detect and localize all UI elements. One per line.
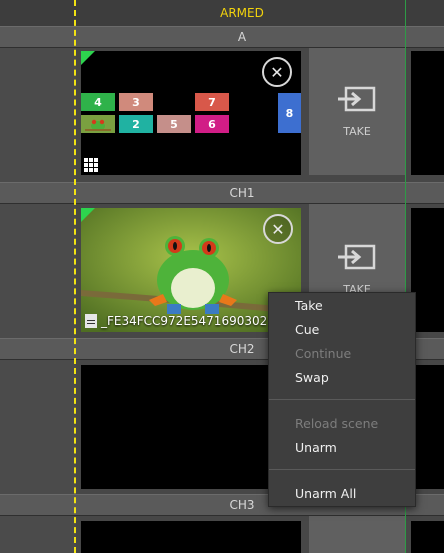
menu-item-cue[interactable]: Cue [295,322,319,337]
close-icon[interactable]: ✕ [263,214,293,244]
empty-preview-ch3[interactable] [81,521,301,553]
channel-header-ch1: CH1 [0,182,444,204]
media-filename: _FE34FCC972E5471690302 [81,312,267,330]
media-filename-text: _FE34FCC972E5471690302 [101,314,268,328]
menu-item-unarm-all[interactable]: Unarm All [295,486,356,501]
menu-item-unarm[interactable]: Unarm [295,440,337,455]
cue-position-line [74,0,76,553]
row-ch1-left [0,204,76,338]
frog-thumbnail-tile[interactable] [81,115,115,133]
grid-icon [84,157,98,175]
scene-tile[interactable]: 4 [81,93,115,111]
row-a-left [0,48,76,182]
scene-preview-a[interactable]: 4 3 7 8 2 5 6 ✕ [81,51,301,175]
armed-label: ARMED [220,6,264,20]
file-icon [85,314,97,328]
active-corner-indicator [81,208,95,222]
menu-separator [269,469,415,470]
scene-tile[interactable]: 8 [278,93,301,133]
row-ch3-left [0,516,76,553]
close-icon[interactable]: ✕ [262,57,292,87]
scene-tile[interactable]: 7 [195,93,229,111]
row-ch2-left [0,360,76,494]
menu-item-take[interactable]: Take [295,298,323,313]
context-menu: Take Cue Continue Swap Reload scene Unar… [268,292,416,507]
take-area-ch3 [309,516,405,553]
next-column-preview[interactable] [411,521,444,553]
channel-title: A [237,30,247,44]
channel-title: CH1 [229,186,255,200]
scene-tile[interactable]: 3 [119,93,153,111]
scene-tile[interactable]: 2 [119,115,153,133]
take-label: TAKE [343,125,371,138]
channel-header-a: A [0,26,444,48]
take-icon [338,244,376,269]
menu-item-reload-scene: Reload scene [295,416,379,431]
take-button-a[interactable]: TAKE [309,48,405,175]
scene-tile[interactable]: 6 [195,115,229,133]
menu-item-continue: Continue [295,346,352,361]
menu-separator [269,399,415,400]
scene-tile[interactable]: 5 [157,115,191,133]
next-column-preview[interactable] [411,51,444,175]
active-corner-indicator [81,51,95,65]
armed-header: ARMED [0,0,444,26]
take-icon [338,86,376,112]
menu-item-swap[interactable]: Swap [295,370,329,385]
